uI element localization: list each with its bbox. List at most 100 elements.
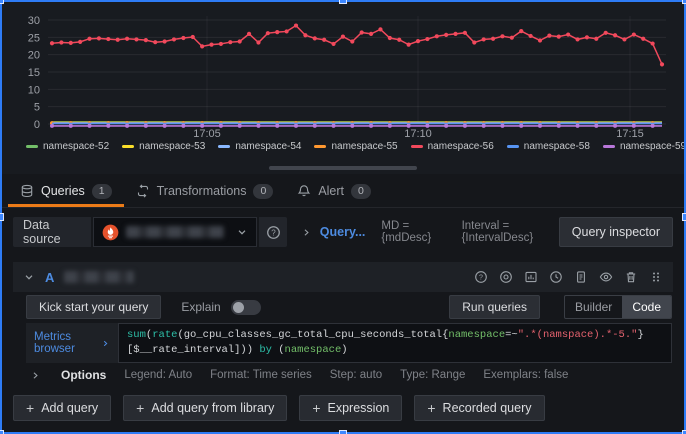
legend-item-namespace-59[interactable]: namespace-59: [603, 141, 686, 152]
metrics-browser-button[interactable]: Metrics browser: [26, 323, 118, 363]
add-query-button[interactable]: +Add query: [13, 395, 111, 421]
selection-handle[interactable]: [339, 0, 347, 4]
query-ref-id[interactable]: A: [45, 270, 54, 285]
builder-code-switch: Builder Code: [564, 295, 672, 319]
svg-text:20: 20: [28, 50, 40, 62]
kick-start-query-button[interactable]: Kick start your query: [26, 295, 161, 319]
plus-icon: +: [427, 400, 435, 416]
legend-item-namespace-52[interactable]: namespace-52: [26, 141, 109, 152]
legend-item-namespace-56[interactable]: namespace-56: [411, 141, 494, 152]
save-chart-icon[interactable]: [524, 270, 538, 284]
datasource-label: Data source: [13, 217, 91, 247]
legend-label: namespace-54: [235, 141, 301, 152]
trash-icon[interactable]: [624, 270, 638, 284]
drag-handle-icon[interactable]: [649, 270, 663, 284]
query-options-section: Query... MD = {mdDesc} Interval = {Inter…: [301, 220, 559, 244]
tab-label: Alert: [318, 184, 344, 198]
legend-label: namespace-56: [428, 141, 494, 152]
chevron-down-icon: [236, 226, 248, 238]
option-summary: Step: auto: [330, 369, 382, 381]
mode-builder-button[interactable]: Builder: [565, 296, 622, 318]
promql-code-input[interactable]: sum(rate(go_cpu_classes_gc_total_cpu_sec…: [118, 323, 672, 363]
legend-item-namespace-54[interactable]: namespace-54: [218, 141, 301, 152]
code-line: sum(rate(go_cpu_classes_gc_total_cpu_sec…: [127, 328, 663, 343]
selection-handle[interactable]: [339, 430, 347, 434]
tab-alert[interactable]: Alert 0: [285, 178, 383, 207]
option-summary: Exemplars: false: [483, 369, 568, 381]
query-row-header[interactable]: A ?: [13, 262, 673, 292]
datasource-name-redacted: [126, 226, 224, 238]
legend-label: namespace-52: [43, 141, 109, 152]
chevron-right-icon: [301, 227, 312, 238]
recorded-query-button[interactable]: +Recorded query: [414, 395, 544, 421]
option-summary: Type: Range: [400, 369, 465, 381]
legend-color-dash: [411, 145, 423, 148]
prometheus-icon: [102, 224, 119, 241]
expression-button[interactable]: +Expression: [299, 395, 402, 421]
tab-count-badge: 0: [351, 184, 371, 199]
metrics-browser-label: Metrics browser: [34, 331, 97, 355]
tab-transformations[interactable]: Transformations 0: [124, 178, 286, 207]
md-desc-text: MD = {mdDesc}: [381, 220, 445, 244]
footer-actions: +Add query +Add query from library +Expres…: [13, 395, 545, 421]
legend-color-dash: [218, 145, 230, 148]
record-icon[interactable]: [499, 270, 513, 284]
eye-icon[interactable]: [599, 270, 613, 284]
legend-color-dash: [122, 145, 134, 148]
option-summary: Format: Time series: [210, 369, 312, 381]
svg-text:17:05: 17:05: [193, 128, 221, 140]
legend-label: namespace-55: [331, 141, 397, 152]
editor-tabs: Queries 1 Transformations 0 Alert 0: [0, 178, 686, 208]
datasource-help-button[interactable]: ?: [259, 217, 287, 247]
legend-label: namespace-53: [139, 141, 205, 152]
legend-color-dash: [603, 145, 615, 148]
copy-icon[interactable]: [574, 270, 588, 284]
svg-text:0: 0: [34, 119, 40, 131]
tab-count-badge: 0: [253, 184, 273, 199]
run-queries-button[interactable]: Run queries: [449, 295, 540, 319]
query-options-link[interactable]: Query...: [320, 225, 366, 239]
selection-handle[interactable]: [0, 213, 4, 221]
timeseries-chart[interactable]: 05101520253017:0517:1017:15: [2, 6, 686, 142]
options-label[interactable]: Options: [61, 368, 106, 382]
interval-desc-text: Interval = {IntervalDesc}: [462, 220, 559, 244]
svg-text:5: 5: [34, 102, 40, 114]
options-row[interactable]: Options Legend: Auto Format: Time series S…: [30, 368, 568, 382]
svg-text:17:10: 17:10: [404, 128, 432, 140]
option-summary: Legend: Auto: [124, 369, 192, 381]
chart-legend: namespace-52 namespace-53 namespace-54 n…: [26, 141, 680, 152]
chevron-down-icon[interactable]: [23, 271, 35, 283]
datasource-select[interactable]: [93, 217, 257, 247]
plus-icon: +: [136, 400, 144, 416]
svg-text:17:15: 17:15: [616, 128, 644, 140]
selection-handle[interactable]: [682, 430, 686, 434]
code-line: [$__rate_interval])) by (namespace): [127, 343, 663, 358]
bell-icon: [297, 184, 311, 198]
legend-item-namespace-58[interactable]: namespace-58: [507, 141, 590, 152]
svg-text:25: 25: [28, 32, 40, 44]
legend-color-dash: [507, 145, 519, 148]
explain-label: Explain: [181, 300, 220, 314]
explain-toggle[interactable]: [231, 300, 261, 315]
panel-horizontal-scrollbar[interactable]: [269, 166, 417, 170]
chevron-right-icon: [101, 339, 110, 348]
mode-code-button[interactable]: Code: [622, 296, 671, 318]
selection-handle[interactable]: [682, 0, 686, 4]
selection-handle[interactable]: [0, 0, 4, 4]
tab-queries[interactable]: Queries 1: [8, 178, 124, 207]
legend-item-namespace-53[interactable]: namespace-53: [122, 141, 205, 152]
query-row-actions: ?: [474, 270, 663, 284]
help-icon[interactable]: ?: [474, 270, 488, 284]
history-icon[interactable]: [549, 270, 563, 284]
add-query-from-library-button[interactable]: +Add query from library: [123, 395, 287, 421]
grafana-panel-editor: { "chart_data": { "type": "line", "x_tic…: [0, 0, 686, 434]
query-inspector-button[interactable]: Query inspector: [559, 217, 673, 247]
svg-text:30: 30: [28, 15, 40, 27]
svg-text:?: ?: [271, 228, 276, 237]
plus-icon: +: [312, 400, 320, 416]
selection-handle[interactable]: [0, 430, 4, 434]
legend-color-dash: [26, 145, 38, 148]
legend-item-namespace-55[interactable]: namespace-55: [314, 141, 397, 152]
selection-handle[interactable]: [682, 213, 686, 221]
database-icon: [20, 184, 34, 198]
